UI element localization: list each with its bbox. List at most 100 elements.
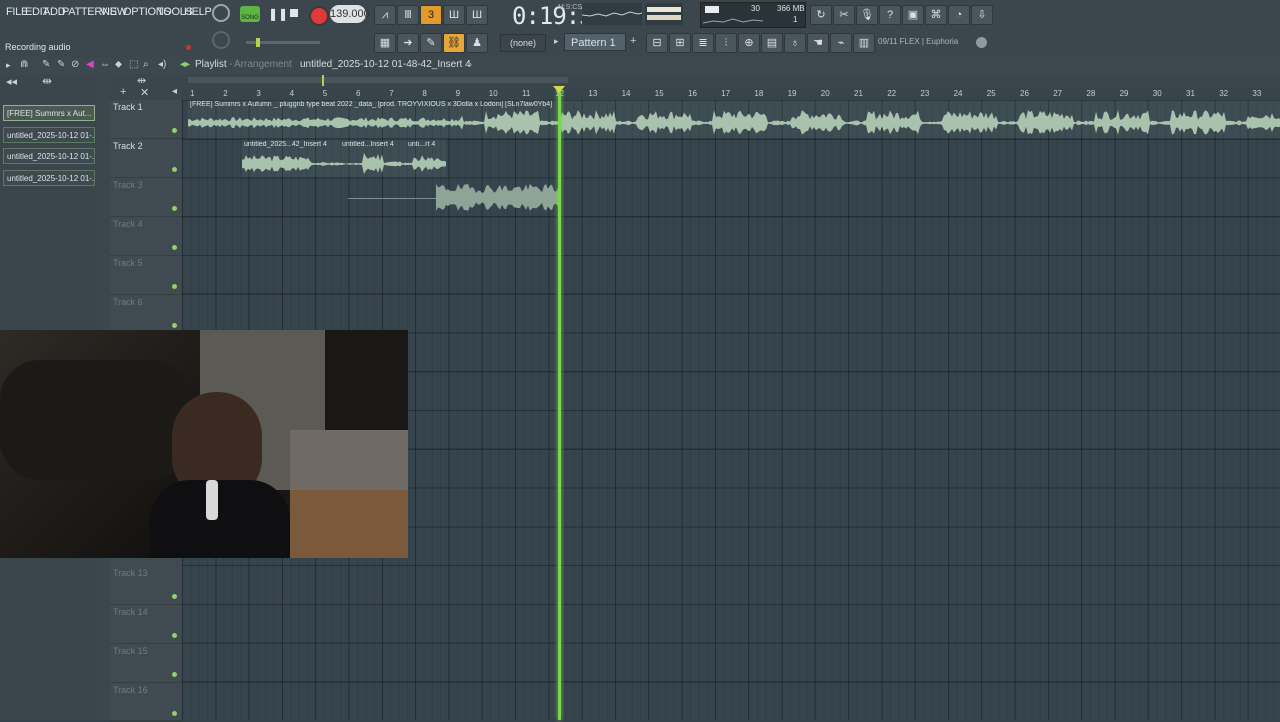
song-mode-toggle[interactable]: SONG bbox=[240, 6, 260, 22]
track-arrow-icon[interactable]: ◂ bbox=[172, 86, 177, 97]
track-led-icon[interactable] bbox=[172, 323, 177, 328]
track-header[interactable]: Track 6 bbox=[110, 295, 182, 334]
magnet-icon[interactable]: ⋒ bbox=[20, 59, 28, 70]
track-header[interactable]: Track 2 bbox=[110, 139, 182, 178]
track-led-icon[interactable] bbox=[172, 167, 177, 172]
track-header[interactable]: Track 5 bbox=[110, 256, 182, 295]
track-led-icon[interactable] bbox=[172, 128, 177, 133]
pattern-selector[interactable]: Pattern 1 bbox=[564, 33, 626, 51]
track-led-icon[interactable] bbox=[172, 245, 177, 250]
clip-name-arrow-icon[interactable]: › bbox=[469, 59, 472, 69]
playhead-marker-icon[interactable] bbox=[553, 86, 565, 93]
track-header[interactable]: Track 15 bbox=[110, 644, 182, 683]
paint-tool-icon[interactable]: ✎ bbox=[57, 59, 65, 70]
stamp-icon[interactable]: ♟ bbox=[466, 33, 488, 53]
preset-settings-icon[interactable] bbox=[976, 37, 987, 48]
track-led-icon[interactable] bbox=[172, 711, 177, 716]
download-icon[interactable]: ⇩ bbox=[971, 5, 993, 25]
cpu-graph-icon bbox=[703, 18, 763, 24]
pencil-icon[interactable]: ✎ bbox=[420, 33, 442, 53]
audio-clip[interactable]: untitled_2025...42_Insert 4 bbox=[242, 139, 340, 177]
master-volume-knob[interactable] bbox=[212, 4, 230, 22]
time-scrollbar[interactable] bbox=[182, 74, 1280, 88]
pause-button[interactable]: ❚❚ bbox=[268, 6, 288, 22]
track-header[interactable]: Track 16 bbox=[110, 683, 182, 722]
song-position-marker[interactable] bbox=[322, 75, 324, 86]
brush-icon[interactable]: ⌁ bbox=[830, 33, 852, 53]
tools-icon[interactable]: ✂ bbox=[833, 5, 855, 25]
recording-clip[interactable] bbox=[348, 178, 558, 216]
pattern-prev-icon[interactable]: ▸ bbox=[554, 36, 559, 47]
undo-icon[interactable]: ↻ bbox=[810, 5, 832, 25]
stop-button[interactable] bbox=[290, 9, 298, 17]
playlist-options-icon[interactable]: ▸ bbox=[6, 60, 11, 71]
ruler-bar-number: 9 bbox=[455, 89, 461, 98]
clip-source-item[interactable]: untitled_2025-10-12 01-... bbox=[3, 127, 95, 143]
browser-icon[interactable]: ⊕ bbox=[738, 33, 760, 53]
track-header[interactable]: Track 1 bbox=[110, 100, 182, 139]
delete-tool-icon[interactable]: ⊘ bbox=[71, 59, 79, 70]
close-track-icon[interactable]: ✕ bbox=[140, 86, 149, 99]
metronome-icon[interactable]: ⩘ bbox=[374, 5, 396, 25]
save-icon[interactable]: ▣ bbox=[902, 5, 924, 25]
mixer-icon[interactable]: ⫶ bbox=[715, 33, 737, 53]
track-led-icon[interactable] bbox=[172, 672, 177, 677]
ruler-bar-number: 4 bbox=[289, 89, 295, 98]
add-track-icon[interactable]: + bbox=[120, 86, 126, 98]
clip-source-item[interactable]: [FREE] Summrs x Aut... bbox=[3, 105, 95, 121]
playlist-view-icon[interactable]: ⊟ bbox=[646, 33, 668, 53]
record-button[interactable] bbox=[309, 6, 329, 26]
clip-waveform bbox=[436, 183, 558, 211]
track-led-icon[interactable] bbox=[172, 206, 177, 211]
slip-tool-icon[interactable]: ⇔ bbox=[100, 59, 110, 70]
help-icon[interactable]: ? bbox=[879, 5, 901, 25]
plugin-picker-icon[interactable]: ♁ bbox=[784, 33, 806, 53]
playback-tool-icon[interactable]: ◂) bbox=[158, 59, 166, 70]
time-scrollbar-thumb[interactable] bbox=[188, 77, 568, 83]
piano-roll-view-icon[interactable]: ≣ bbox=[692, 33, 714, 53]
menu-help[interactable]: HELP bbox=[184, 6, 212, 18]
shop-icon[interactable]: ▥ bbox=[853, 33, 875, 53]
channel-rack-icon[interactable]: ⊞ bbox=[669, 33, 691, 53]
track-header[interactable]: Track 13 bbox=[110, 566, 182, 605]
audio-clip[interactable]: unti...rt 4 bbox=[406, 139, 446, 177]
link-icon[interactable]: ⛓ bbox=[443, 33, 465, 53]
draw-tool-icon[interactable]: ✎ bbox=[42, 59, 50, 70]
blend-recording-icon[interactable]: Ш bbox=[466, 5, 488, 25]
wait-input-icon[interactable]: Ⅲ bbox=[397, 5, 419, 25]
touch-keyboard-icon[interactable]: ☚ bbox=[807, 33, 829, 53]
playhead[interactable] bbox=[558, 88, 561, 720]
audio-clip[interactable]: [FREE] Summrs x Autumn _ pluggnb type be… bbox=[188, 100, 1280, 138]
piano-roll-icon[interactable]: ▦ bbox=[374, 33, 396, 53]
select-tool-icon[interactable]: ⬚ bbox=[129, 59, 138, 70]
chat-icon[interactable]: ◔ bbox=[948, 5, 970, 25]
track-led-icon[interactable] bbox=[172, 633, 177, 638]
master-pitch-slider[interactable] bbox=[246, 38, 320, 47]
audio-clip[interactable]: untitled...Insert 4 bbox=[340, 139, 406, 177]
arrow-icon[interactable]: ➜ bbox=[397, 33, 419, 53]
slice-tool-icon[interactable]: ⬥ bbox=[115, 59, 122, 70]
track-header[interactable]: Track 14 bbox=[110, 605, 182, 644]
track-header[interactable]: Track 4 bbox=[110, 217, 182, 256]
panel-resize-icon[interactable]: ⇹ bbox=[42, 74, 52, 88]
file-icon[interactable]: ▤ bbox=[761, 33, 783, 53]
panel-arrow-icon[interactable]: ◂◂ bbox=[6, 75, 17, 88]
tempo-display[interactable]: 139.000 bbox=[330, 5, 370, 23]
mute-tool-icon[interactable]: ◀ bbox=[86, 59, 94, 70]
clip-source-item[interactable]: untitled_2025-10-12 01-... bbox=[3, 148, 95, 164]
step-edit-icon[interactable]: Ш bbox=[443, 5, 465, 25]
clip-source-item[interactable]: untitled_2025-10-12 01-... bbox=[3, 170, 95, 186]
plugin-icon[interactable]: ⌘ bbox=[925, 5, 947, 25]
main-pitch-knob[interactable] bbox=[212, 31, 230, 49]
countdown-icon[interactable]: 3 bbox=[420, 5, 442, 25]
add-pattern-icon[interactable]: + bbox=[630, 35, 636, 47]
track-led-icon[interactable] bbox=[172, 594, 177, 599]
flex-preset-label[interactable]: 09/11 FLEX | Euphoria bbox=[878, 37, 958, 46]
track-header[interactable]: Track 3 bbox=[110, 178, 182, 217]
snap-select[interactable]: (none) bbox=[500, 34, 546, 52]
zoom-tool-icon[interactable]: ⌕ bbox=[143, 59, 149, 70]
arrangement-label[interactable]: Arrangement bbox=[234, 59, 292, 70]
microphone-icon[interactable]: 🎙 bbox=[856, 5, 878, 25]
playlist-arrow-icon[interactable]: ◂▸ bbox=[180, 59, 190, 70]
track-led-icon[interactable] bbox=[172, 284, 177, 289]
